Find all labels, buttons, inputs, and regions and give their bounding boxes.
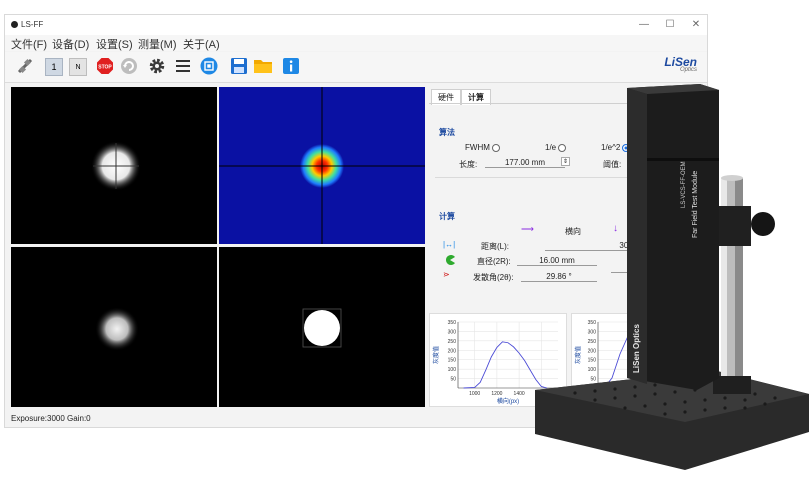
window-title: LS-FF	[21, 20, 44, 29]
divergence-icon: ⋗	[443, 270, 450, 279]
stop-label: STOP	[98, 65, 112, 71]
device-photo: LS-VCS-FF-OEM Far Field Test Module LiSe…	[535, 78, 809, 472]
device-photo-svg: LS-VCS-FF-OEM Far Field Test Module LiSe…	[535, 84, 809, 470]
menu-settings[interactable]: 设置(S)	[96, 36, 133, 52]
menu-file[interactable]: 文件(F)	[11, 36, 47, 52]
minimize-button[interactable]: —	[633, 18, 655, 32]
save-icon[interactable]	[229, 56, 249, 76]
maximize-button[interactable]: ☐	[659, 18, 681, 32]
menu-about[interactable]: 关于(A)	[183, 36, 220, 52]
device-model-text: LS-VCS-FF-OEM	[681, 161, 687, 208]
refresh-icon[interactable]	[119, 56, 139, 76]
post-base	[713, 376, 751, 394]
plug-icon[interactable]	[15, 56, 35, 76]
beam-image-false-color[interactable]	[219, 87, 425, 244]
menu-bar: 文件(F) 设备(D) 设置(S) 测量(M) 关于(A)	[5, 35, 707, 51]
x-tick-label: 1000	[469, 391, 480, 397]
opt-fwhm-label: FWHM	[465, 143, 490, 152]
y-tick-label: 350	[448, 320, 457, 326]
beam-false-color-svg	[219, 87, 425, 244]
x-tick-label: 1400	[514, 391, 525, 397]
title-bar: LS-FF — ☐ ✕	[5, 15, 707, 35]
beam-binary-svg	[302, 308, 342, 348]
opt-fwhm[interactable]: FWHM	[465, 143, 500, 152]
y-tick-label: 150	[448, 358, 457, 364]
beam-spot-smooth	[95, 307, 139, 351]
beam-image-binary[interactable]	[219, 247, 425, 407]
y-axis-label: 灰度值	[432, 346, 440, 364]
info-icon[interactable]	[281, 56, 301, 76]
stop-button[interactable]: STOP	[95, 56, 115, 76]
frame-n-label: N	[75, 63, 81, 71]
frame-1-label: 1	[51, 62, 57, 72]
app-icon	[11, 21, 18, 28]
pacman-icon	[445, 255, 455, 267]
diameter-label: 直径(2R):	[477, 257, 511, 266]
menu-device[interactable]: 设备(D)	[52, 36, 89, 52]
close-button[interactable]: ✕	[685, 18, 707, 32]
x-tick-label: 1200	[491, 391, 502, 397]
status-text: Exposure:3000 Gain:0	[11, 414, 91, 423]
y-tick-label: 250	[448, 339, 457, 345]
clamp	[715, 206, 751, 246]
calc-group-label: 计算	[439, 212, 455, 221]
gear-icon[interactable]	[147, 56, 167, 76]
clamp-knob	[751, 212, 775, 236]
x-axis-label: 横向(px)	[497, 397, 519, 405]
y-tick-label: 200	[448, 348, 457, 354]
device-brand-text: LiSen Optics	[632, 324, 641, 373]
algorithm-group-label: 算法	[439, 128, 455, 137]
beam-raw-svg	[91, 141, 141, 191]
beam-image-raw[interactable]	[11, 87, 217, 244]
divergence-label: 发散角(2θ):	[473, 273, 514, 282]
length-label: 长度:	[459, 160, 478, 169]
folder-icon[interactable]	[253, 56, 273, 76]
menu-measure[interactable]: 测量(M)	[138, 36, 177, 52]
chip-icon[interactable]	[199, 56, 219, 76]
brand-logo: LiSen Optics	[664, 55, 697, 73]
beam-image-smooth[interactable]	[11, 247, 217, 407]
beam-binary-disk	[304, 310, 340, 346]
y-tick-label: 50	[450, 377, 456, 383]
frame-1-button[interactable]: 1	[45, 58, 63, 76]
device-desc-text: Far Field Test Module	[692, 171, 699, 238]
y-tick-label: 100	[448, 367, 457, 373]
y-tick-label: 300	[448, 329, 457, 335]
menu-icon[interactable]	[173, 56, 193, 76]
frame-n-button[interactable]: N	[69, 58, 87, 76]
distance-label: 距离(L):	[481, 242, 509, 251]
opt-fwhm-radio[interactable]	[491, 143, 500, 152]
beam-smooth-svg	[95, 307, 139, 351]
horizontal-arrow-icon: ⟶	[521, 224, 534, 234]
distance-icon: |↔|	[443, 240, 456, 249]
